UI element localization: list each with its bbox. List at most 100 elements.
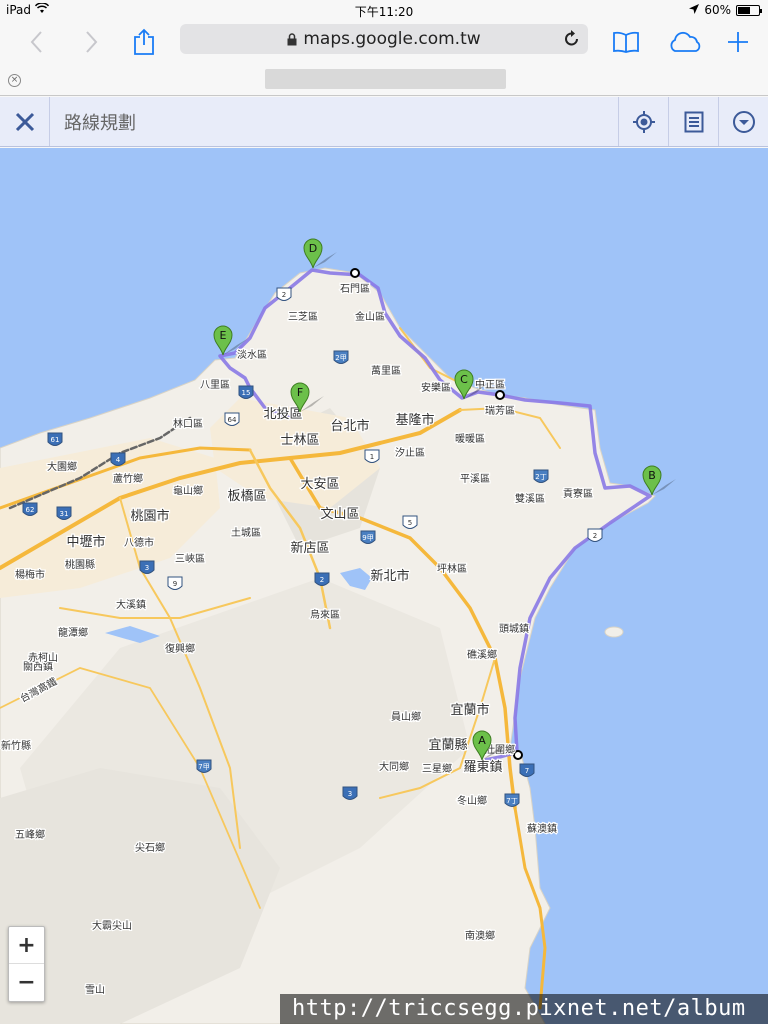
road-shield-number: 61	[51, 436, 60, 444]
road-shield-number: 2	[593, 532, 597, 540]
place-label-wanli: 萬里區	[371, 364, 401, 377]
route-waypoint	[350, 268, 360, 278]
place-label-banqiao: 板橋區	[227, 489, 266, 504]
route-waypoint	[513, 750, 523, 760]
road-shield-number: 2	[320, 576, 324, 584]
url-text: maps.google.com.tw	[303, 29, 481, 49]
route-marker-label: D	[309, 242, 317, 255]
road-shield-number: 9	[173, 580, 177, 588]
road-shield: 7	[519, 763, 535, 777]
place-label-toucheng: 頭城鎮	[499, 622, 529, 635]
target-icon	[632, 110, 655, 133]
road-shield-number: 5	[408, 519, 412, 527]
place-label-yilancity: 宜蘭市	[450, 702, 489, 718]
place-label-jinshan: 金山區	[355, 310, 385, 323]
status-bar: iPad 下午11:20 60%	[0, 0, 768, 20]
place-label-anle: 安樂區	[421, 381, 451, 394]
watermark-url: http://triccsegg.pixnet.net/album	[280, 994, 768, 1024]
place-label-pinglin: 坪林區	[437, 562, 467, 575]
road-shield: 64	[224, 412, 240, 426]
road-shield-number: 3	[348, 790, 352, 798]
url-field[interactable]: maps.google.com.tw	[180, 24, 588, 54]
road-shield-number: 15	[242, 389, 251, 397]
battery-percent: 60%	[704, 3, 731, 17]
tab-row: ×	[0, 64, 768, 96]
zoom-control: + −	[8, 926, 45, 1002]
location-arrow-icon	[689, 3, 700, 17]
route-marker-label: E	[220, 329, 227, 342]
new-tab-icon[interactable]	[722, 26, 754, 58]
road-shield: 2	[314, 572, 330, 586]
place-label-datong: 大同鄉	[379, 760, 409, 773]
place-label-xizhi: 汐止區	[395, 446, 425, 459]
close-directions-button[interactable]	[0, 97, 50, 146]
place-label-chitu: 赤柯山	[28, 651, 58, 664]
road-shield-number: 1	[370, 453, 374, 461]
battery-icon	[736, 4, 762, 16]
road-shield-number: 7丁	[506, 797, 517, 805]
road-shield-number: 62	[26, 506, 35, 514]
status-right: 60%	[689, 3, 762, 17]
road-shield: 2甲	[333, 350, 349, 364]
route-marker-label: B	[648, 469, 656, 482]
place-label-taoyuan: 桃園市	[130, 508, 169, 524]
place-label-gongliao: 貢寮區	[563, 487, 593, 500]
road-shield: 3	[139, 560, 155, 574]
road-shield-number: 3	[145, 564, 149, 572]
place-label-tamsui: 淡水區	[237, 349, 267, 361]
place-label-sanxing: 三星鄉	[422, 762, 452, 775]
place-label-jiaoxi: 礁溪鄉	[467, 648, 497, 661]
place-label-luodong: 羅東鎮	[463, 759, 502, 775]
road-shield: 62	[22, 502, 38, 516]
place-label-ruifang: 瑞芳區	[485, 404, 515, 417]
route-waypoint	[495, 390, 505, 400]
bookmarks-icon[interactable]	[610, 26, 642, 58]
share-icon[interactable]	[128, 26, 160, 58]
tab-close-icon[interactable]: ×	[8, 74, 21, 87]
road-shield: 1	[364, 449, 380, 463]
icloud-icon[interactable]	[666, 26, 704, 58]
options-dropdown-button[interactable]	[718, 97, 768, 146]
place-label-keelung: 基隆市	[395, 412, 434, 428]
forward-icon[interactable]	[76, 26, 108, 58]
map-canvas[interactable]: 2 2甲 15 64 61 4 1 62 2丁 5 31 3 9 9甲 2 2 7 7丁 7甲 3 石門區 三芝區 金山區…	[0, 148, 768, 1024]
road-shield: 2	[587, 528, 603, 542]
place-label-shuangxi: 雙溪區	[515, 492, 545, 505]
place-label-wufeng: 五峰鄉	[15, 828, 45, 841]
road-shield-number: 2丁	[535, 473, 546, 481]
place-label-zhongli: 中壢市	[66, 534, 105, 550]
list-view-button[interactable]	[668, 97, 718, 146]
route-marker-label: C	[460, 373, 468, 386]
road-shield-number: 7甲	[198, 763, 209, 771]
place-label-nanao: 南澳鄉	[465, 929, 495, 942]
zoom-in-button[interactable]: +	[9, 927, 44, 964]
route-marker-label: F	[297, 386, 303, 399]
place-label-luzhu: 蘆竹鄉	[113, 472, 143, 485]
tab-title[interactable]	[265, 69, 506, 89]
road-shield-number: 7	[525, 767, 529, 775]
place-label-xinzhu: 新竹縣	[1, 739, 31, 752]
place-label-dongshan: 冬山鄉	[457, 794, 487, 807]
my-location-button[interactable]	[618, 97, 668, 146]
road-shield-number: 9甲	[362, 534, 373, 542]
place-label-sanxia: 三峽區	[175, 552, 205, 565]
road-shield: 61	[47, 432, 63, 446]
lock-icon	[287, 32, 297, 46]
road-shield: 5	[402, 515, 418, 529]
road-shield: 3	[342, 786, 358, 800]
browser-toolbar: maps.google.com.tw	[0, 20, 768, 64]
place-label-newtaipei: 新北市	[370, 568, 409, 584]
place-label-bade: 八德市	[124, 536, 154, 549]
road-shield-number: 2甲	[335, 354, 346, 362]
place-label-taoyuancounty: 桃園縣	[65, 558, 95, 571]
reload-icon[interactable]	[564, 29, 580, 52]
road-shield: 7甲	[196, 759, 212, 773]
back-icon[interactable]	[20, 26, 52, 58]
place-label-fuxing: 復興鄉	[165, 642, 195, 655]
zoom-out-button[interactable]: −	[9, 964, 44, 1001]
place-label-daxi: 大溪鎮	[116, 598, 146, 611]
list-icon	[684, 111, 703, 132]
place-label-wenshan: 文山區	[320, 507, 359, 522]
chevron-down-circle-icon	[732, 110, 755, 133]
place-label-daan: 大安區	[300, 477, 339, 492]
